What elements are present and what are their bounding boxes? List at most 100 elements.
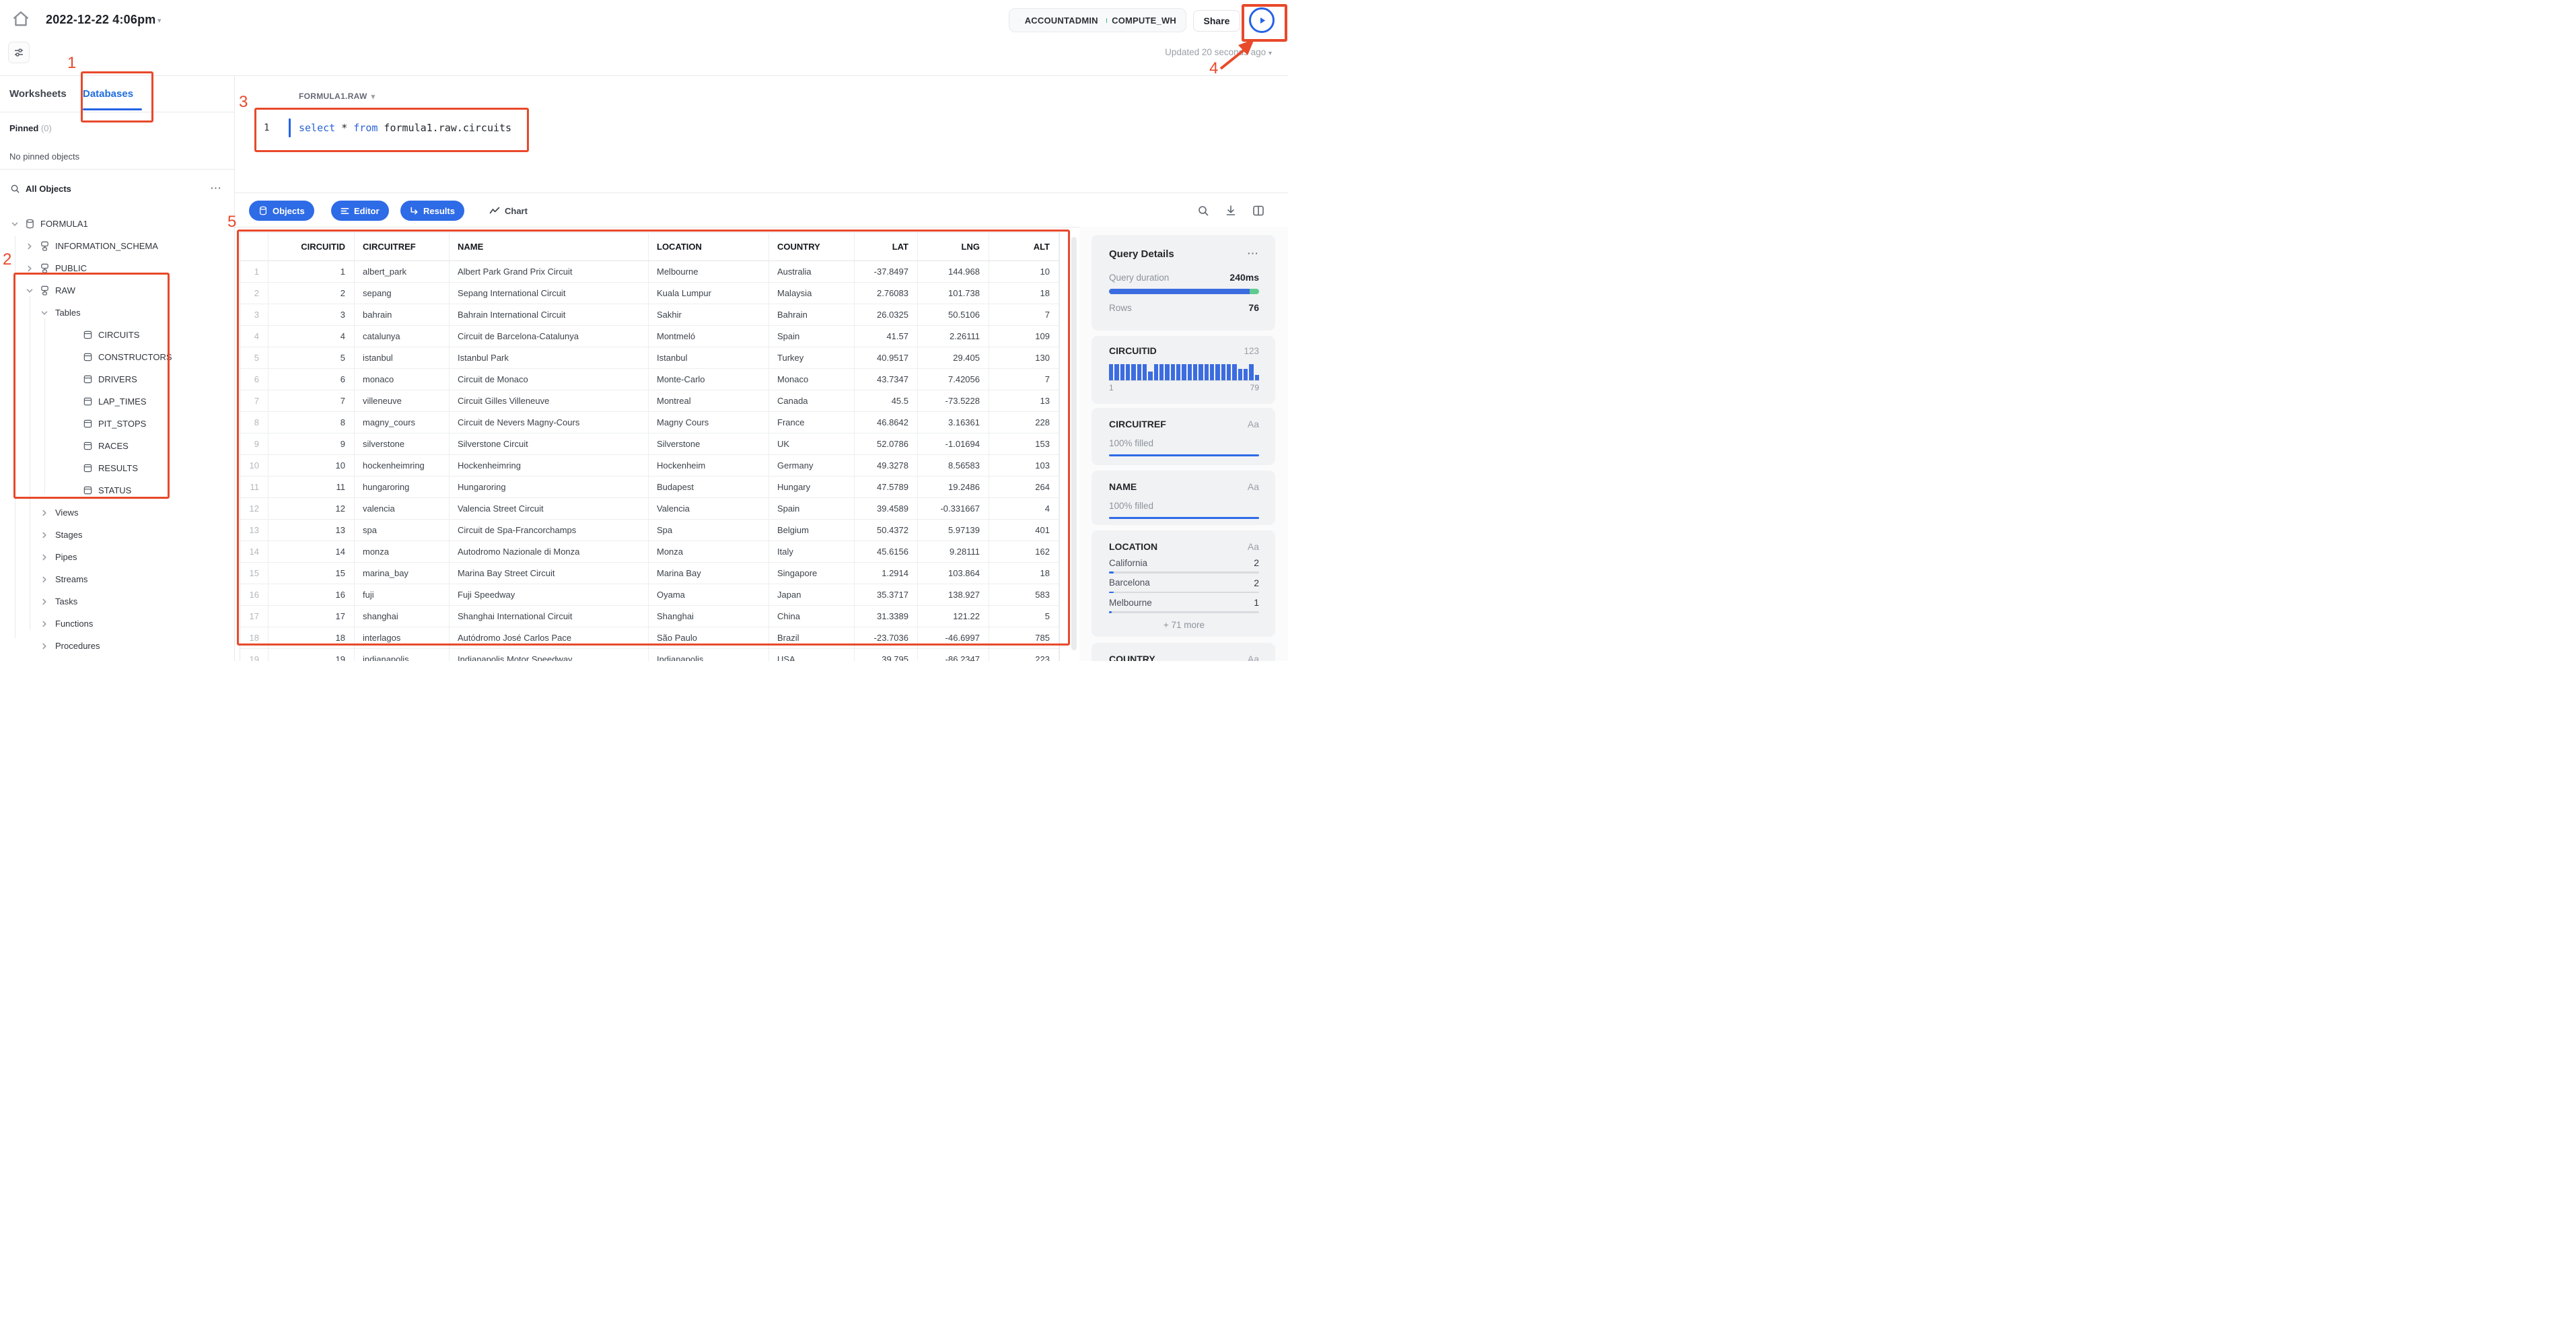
tree-item-constructors[interactable]: CONSTRUCTORS	[0, 346, 235, 368]
column-stat-country[interactable]: COUNTRY Aa	[1092, 643, 1275, 661]
table-cell[interactable]: Brazil	[769, 627, 855, 649]
table-cell[interactable]: Circuit de Nevers Magny-Cours	[450, 412, 649, 433]
chevron-right-icon[interactable]	[39, 619, 50, 629]
table-cell[interactable]: Singapore	[769, 563, 855, 584]
table-cell[interactable]: 2	[269, 283, 355, 304]
table-cell[interactable]: hockenheimring	[355, 455, 450, 477]
table-cell[interactable]: 4	[989, 498, 1059, 520]
table-cell[interactable]: Indianapolis Motor Speedway	[450, 649, 649, 661]
split-view-icon[interactable]	[1252, 205, 1264, 217]
table-cell[interactable]: 103.864	[918, 563, 989, 584]
chevron-right-icon[interactable]	[24, 241, 35, 252]
table-cell[interactable]: Silverstone Circuit	[450, 433, 649, 455]
tree-item-tasks[interactable]: Tasks	[0, 590, 235, 613]
table-cell[interactable]: Circuit de Spa-Francorchamps	[450, 520, 649, 541]
table-cell[interactable]: 18	[269, 627, 355, 649]
tree-item-pit_stops[interactable]: PIT_STOPS	[0, 413, 235, 435]
table-cell[interactable]: 130	[989, 347, 1059, 369]
tree-item-raw[interactable]: RAW	[0, 279, 235, 302]
table-cell[interactable]: 5	[989, 606, 1059, 627]
table-cell[interactable]: Bahrain	[769, 304, 855, 326]
table-cell[interactable]: Monza	[649, 541, 769, 563]
table-cell[interactable]: Istanbul Park	[450, 347, 649, 369]
column-stat-circuitref[interactable]: CIRCUITREF Aa 100% filled	[1092, 408, 1275, 465]
tree-item-snowflake[interactable]: SNOWFLAKE	[0, 657, 235, 661]
table-cell[interactable]: 16	[269, 584, 355, 606]
chevron-down-icon[interactable]	[39, 308, 50, 318]
tree-item-pipes[interactable]: Pipes	[0, 546, 235, 568]
table-cell[interactable]: Hockenheim	[649, 455, 769, 477]
table-cell[interactable]: 18	[989, 283, 1059, 304]
objects-menu-icon[interactable]: ⋯	[210, 182, 222, 195]
tree-item-formula1[interactable]: FORMULA1	[0, 213, 235, 235]
chevron-right-icon[interactable]	[39, 552, 50, 563]
table-cell[interactable]: 8	[269, 412, 355, 433]
table-cell[interactable]: Magny Cours	[649, 412, 769, 433]
table-cell[interactable]: 17	[269, 606, 355, 627]
table-cell[interactable]: interlagos	[355, 627, 450, 649]
top-value-row[interactable]: Melbourne 1	[1109, 597, 1259, 613]
table-cell[interactable]: 3.16361	[918, 412, 989, 433]
table-cell[interactable]: Sepang International Circuit	[450, 283, 649, 304]
table-cell[interactable]: 101.738	[918, 283, 989, 304]
table-cell[interactable]: 26.0325	[855, 304, 918, 326]
table-cell[interactable]: 7	[989, 304, 1059, 326]
chevron-down-icon[interactable]	[24, 285, 35, 296]
table-cell[interactable]: monza	[355, 541, 450, 563]
toggle-objects-button[interactable]: Objects	[249, 201, 314, 221]
table-cell[interactable]: 264	[989, 477, 1059, 498]
table-cell[interactable]: 13	[269, 520, 355, 541]
download-icon[interactable]	[1225, 205, 1237, 217]
table-cell[interactable]: 10	[269, 455, 355, 477]
table-cell[interactable]: 8.56583	[918, 455, 989, 477]
chevron-right-icon[interactable]	[39, 574, 50, 585]
share-button[interactable]: Share	[1193, 10, 1240, 32]
sql-code[interactable]: select * from formula1.raw.circuits	[299, 122, 511, 134]
query-details-menu-icon[interactable]: ⋯	[1247, 247, 1259, 260]
table-cell[interactable]: 785	[989, 627, 1059, 649]
table-cell[interactable]: 18	[989, 563, 1059, 584]
table-cell[interactable]: -1.01694	[918, 433, 989, 455]
context-selector[interactable]: ACCOUNTADMIN COMPUTE_WH	[1009, 8, 1186, 32]
filters-button[interactable]	[8, 42, 30, 63]
table-cell[interactable]: 40.9517	[855, 347, 918, 369]
table-cell[interactable]: 7.42056	[918, 369, 989, 390]
table-cell[interactable]: Italy	[769, 541, 855, 563]
column-stat-name[interactable]: NAME Aa 100% filled	[1092, 471, 1275, 525]
schema-context-selector[interactable]: FORMULA1.RAW ▾	[299, 92, 375, 101]
table-cell[interactable]: -23.7036	[855, 627, 918, 649]
tree-item-stages[interactable]: Stages	[0, 524, 235, 546]
home-icon[interactable]	[11, 9, 32, 30]
table-cell[interactable]: bahrain	[355, 304, 450, 326]
table-cell[interactable]: Albert Park Grand Prix Circuit	[450, 261, 649, 283]
table-cell[interactable]: 153	[989, 433, 1059, 455]
table-cell[interactable]: UK	[769, 433, 855, 455]
chevron-down-icon[interactable]	[9, 219, 20, 230]
top-value-row[interactable]: Barcelona 2	[1109, 578, 1259, 593]
table-cell[interactable]: 1.2914	[855, 563, 918, 584]
table-cell[interactable]: Canada	[769, 390, 855, 412]
column-header-country[interactable]: COUNTRY	[769, 233, 855, 261]
chevron-down-icon[interactable]: ▾	[157, 16, 162, 25]
table-cell[interactable]: Montreal	[649, 390, 769, 412]
table-cell[interactable]: 49.3278	[855, 455, 918, 477]
table-cell[interactable]: 50.4372	[855, 520, 918, 541]
tree-item-functions[interactable]: Functions	[0, 613, 235, 635]
table-cell[interactable]: -0.331667	[918, 498, 989, 520]
table-cell[interactable]: 45.6156	[855, 541, 918, 563]
table-cell[interactable]: 1	[269, 261, 355, 283]
table-cell[interactable]: 401	[989, 520, 1059, 541]
table-cell[interactable]: shanghai	[355, 606, 450, 627]
table-cell[interactable]: Germany	[769, 455, 855, 477]
table-cell[interactable]: 10	[989, 261, 1059, 283]
search-results-icon[interactable]	[1197, 205, 1209, 217]
table-cell[interactable]: 46.8642	[855, 412, 918, 433]
table-cell[interactable]: Oyama	[649, 584, 769, 606]
table-cell[interactable]: Autódromo José Carlos Pace	[450, 627, 649, 649]
table-cell[interactable]: Turkey	[769, 347, 855, 369]
table-cell[interactable]: 9.28111	[918, 541, 989, 563]
table-cell[interactable]: Circuit de Monaco	[450, 369, 649, 390]
table-cell[interactable]: 29.405	[918, 347, 989, 369]
table-cell[interactable]: USA	[769, 649, 855, 661]
table-cell[interactable]: -86.2347	[918, 649, 989, 661]
